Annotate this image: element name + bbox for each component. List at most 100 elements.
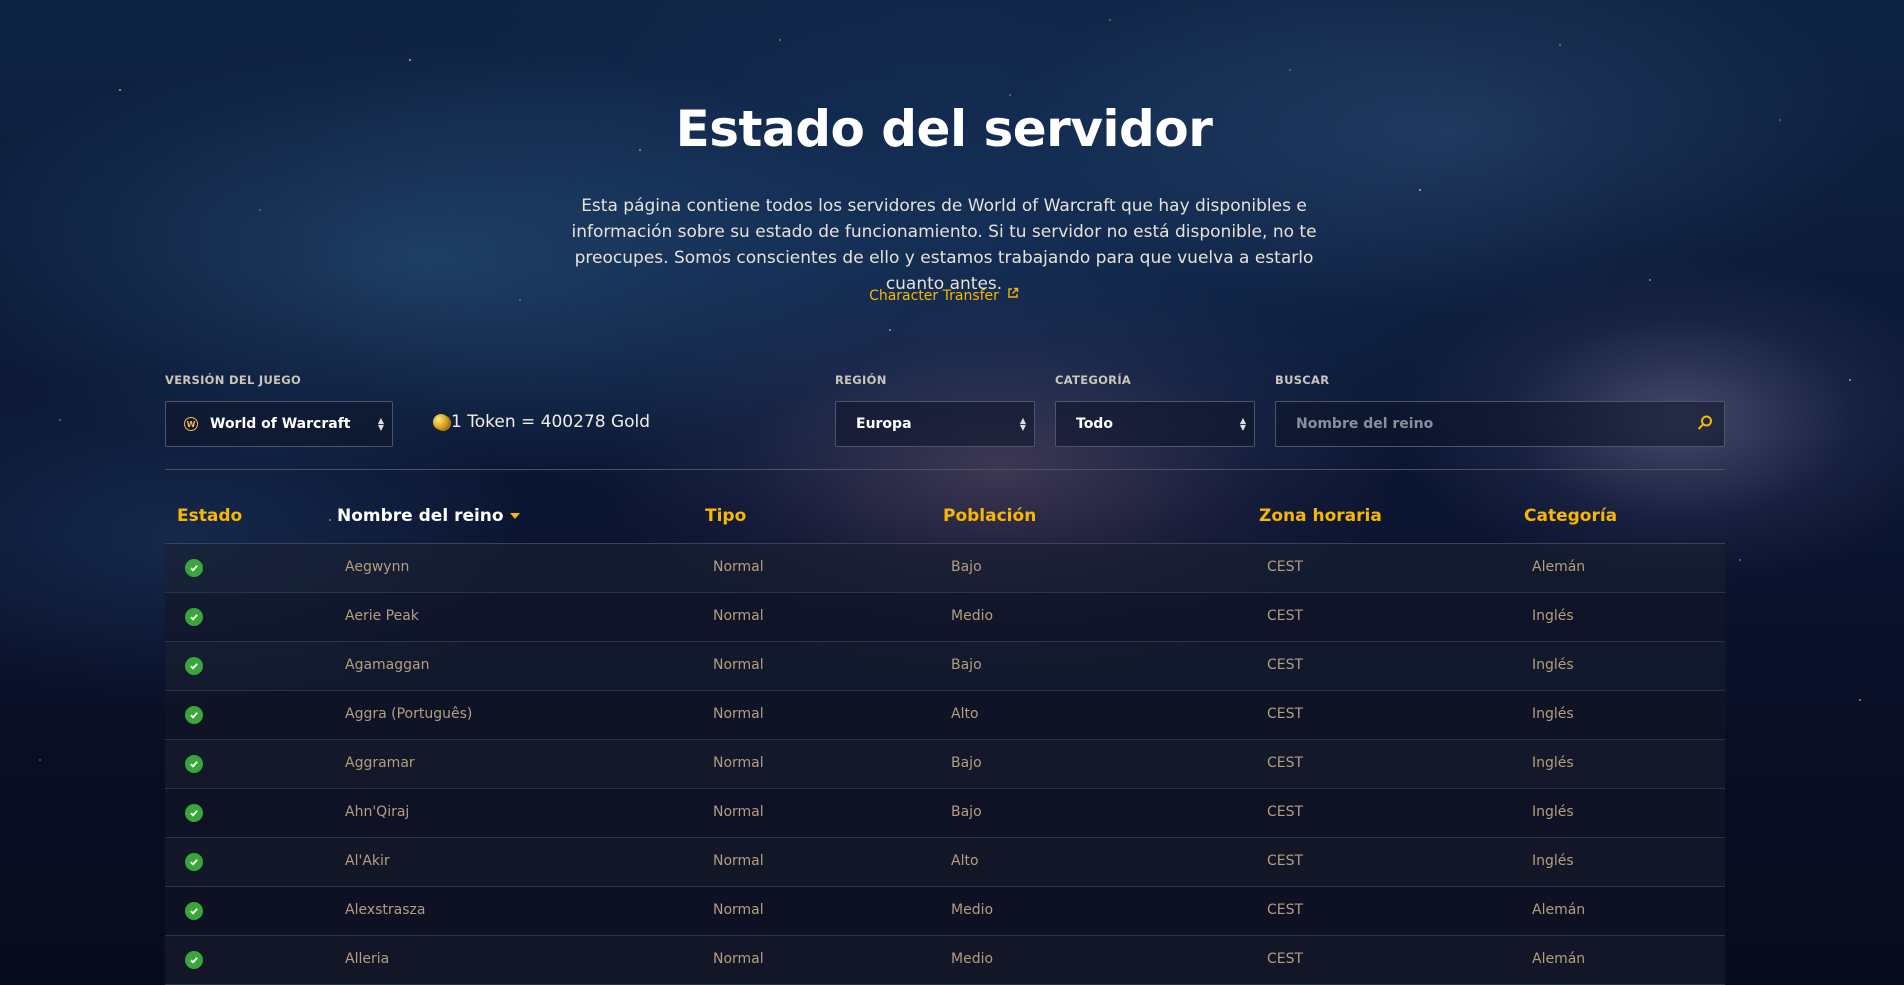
realm-type: Normal [713, 951, 764, 967]
column-header-realm-name[interactable]: Nombre del reino [337, 506, 520, 526]
realm-timezone: CEST [1267, 559, 1304, 575]
realm-population: Medio [951, 608, 994, 624]
realm-category: Alemán [1532, 559, 1586, 575]
table-row: Ahn'Qiraj Normal Bajo CEST Inglés [165, 789, 1725, 838]
realm-timezone: CEST [1267, 804, 1304, 820]
realm-type: Normal [713, 657, 764, 673]
check-circle-icon [185, 951, 203, 969]
sort-desc-icon [509, 513, 520, 519]
check-circle-icon [185, 755, 203, 773]
column-header-type[interactable]: Tipo [705, 506, 746, 526]
realm-type: Normal [713, 804, 764, 820]
page-content: Estado del servidor Esta página contiene… [0, 0, 1904, 985]
game-version-value: World of Warcraft [210, 416, 351, 432]
region-value: Europa [856, 416, 912, 432]
realm-type: Normal [713, 608, 764, 624]
realm-name: Aerie Peak [345, 608, 419, 624]
external-link-icon [1007, 287, 1019, 303]
token-price-text: 1 Token = 400278 Gold [451, 412, 651, 432]
table-header: Estado Nombre del reino Tipo Población Z… [165, 492, 1725, 544]
column-header-status[interactable]: Estado [177, 506, 242, 526]
realm-table: Estado Nombre del reino Tipo Población Z… [165, 492, 1725, 985]
select-arrows-icon: ▲ ▼ [1019, 416, 1026, 432]
realm-timezone: CEST [1267, 706, 1304, 722]
realm-timezone: CEST [1267, 608, 1304, 624]
search-label: BUSCAR [1275, 373, 1330, 387]
wow-logo-icon: W [184, 417, 198, 431]
region-label: REGIÓN [835, 373, 887, 387]
realm-category: Inglés [1532, 853, 1574, 869]
realm-population: Bajo [951, 804, 982, 820]
table-row: Aerie Peak Normal Medio CEST Inglés [165, 593, 1725, 642]
table-row: Aegwynn Normal Bajo CEST Alemán [165, 544, 1725, 593]
realm-name: Alleria [345, 951, 390, 967]
realm-category: Inglés [1532, 657, 1574, 673]
realm-type: Normal [713, 853, 764, 869]
table-row: Agamaggan Normal Bajo CEST Inglés [165, 642, 1725, 691]
check-circle-icon [185, 853, 203, 871]
realm-timezone: CEST [1267, 951, 1304, 967]
realm-name: Aegwynn [345, 559, 410, 575]
category-value: Todo [1076, 416, 1113, 432]
select-arrows-icon: ▲ ▼ [377, 416, 384, 432]
realm-category: Inglés [1532, 608, 1574, 624]
realm-name: Agamaggan [345, 657, 430, 673]
realm-population: Bajo [951, 559, 982, 575]
realm-category: Inglés [1532, 804, 1574, 820]
realm-type: Normal [713, 902, 764, 918]
category-label: CATEGORÍA [1055, 373, 1132, 387]
table-row: Alleria Normal Medio CEST Alemán [165, 936, 1725, 985]
column-header-realm-name-label: Nombre del reino [337, 506, 504, 526]
table-row: Alexstrasza Normal Medio CEST Alemán [165, 887, 1725, 936]
table-body: Aegwynn Normal Bajo CEST Alemán Aerie Pe… [165, 544, 1725, 985]
realm-name: Ahn'Qiraj [345, 804, 410, 820]
select-arrows-icon: ▲ ▼ [1239, 416, 1246, 432]
realm-population: Bajo [951, 755, 982, 771]
column-header-population[interactable]: Población [943, 506, 1036, 526]
check-circle-icon [185, 608, 203, 626]
page-description: Esta página contiene todos los servidore… [571, 196, 1317, 294]
character-transfer-link[interactable]: Character Transfer [0, 287, 1888, 304]
token-price: 1 Token = 400278 Gold [433, 412, 650, 432]
table-row: Aggramar Normal Bajo CEST Inglés [165, 740, 1725, 789]
realm-timezone: CEST [1267, 657, 1304, 673]
realm-timezone: CEST [1267, 853, 1304, 869]
realm-type: Normal [713, 706, 764, 722]
realm-timezone: CEST [1267, 902, 1304, 918]
check-circle-icon [185, 804, 203, 822]
check-circle-icon [185, 559, 203, 577]
realm-population: Alto [951, 853, 979, 869]
check-circle-icon [185, 657, 203, 675]
realm-name: Alexstrasza [345, 902, 426, 918]
realm-population: Bajo [951, 657, 982, 673]
realm-population: Medio [951, 902, 994, 918]
check-circle-icon [185, 706, 203, 724]
table-row: Aggra (Português) Normal Alto CEST Inglé… [165, 691, 1725, 740]
game-version-label: VERSIÓN DEL JUEGO [165, 373, 302, 387]
region-select[interactable]: Europa ▲ ▼ [835, 401, 1035, 447]
realm-type: Normal [713, 559, 764, 575]
search-input[interactable] [1276, 402, 1676, 446]
column-header-timezone[interactable]: Zona horaria [1259, 506, 1382, 526]
realm-name: Aggramar [345, 755, 415, 771]
character-transfer-label: Character Transfer [869, 288, 999, 304]
realm-population: Alto [951, 706, 979, 722]
realm-name: Aggra (Português) [345, 706, 473, 722]
realm-category: Inglés [1532, 755, 1574, 771]
page-title: Estado del servidor [675, 100, 1213, 158]
game-version-select[interactable]: W World of Warcraft ▲ ▼ [165, 401, 393, 447]
realm-type: Normal [713, 755, 764, 771]
gold-coin-icon [433, 414, 449, 430]
table-row: Al'Akir Normal Alto CEST Inglés [165, 838, 1725, 887]
realm-population: Medio [951, 951, 994, 967]
realm-category: Alemán [1532, 951, 1586, 967]
search-box [1275, 401, 1725, 447]
check-circle-icon [185, 902, 203, 920]
filters-divider [165, 469, 1725, 470]
category-select[interactable]: Todo ▲ ▼ [1055, 401, 1255, 447]
search-icon[interactable] [1696, 414, 1714, 432]
realm-category: Alemán [1532, 902, 1586, 918]
realm-name: Al'Akir [345, 853, 390, 869]
column-header-category[interactable]: Categoría [1524, 506, 1617, 526]
realm-category: Inglés [1532, 706, 1574, 722]
